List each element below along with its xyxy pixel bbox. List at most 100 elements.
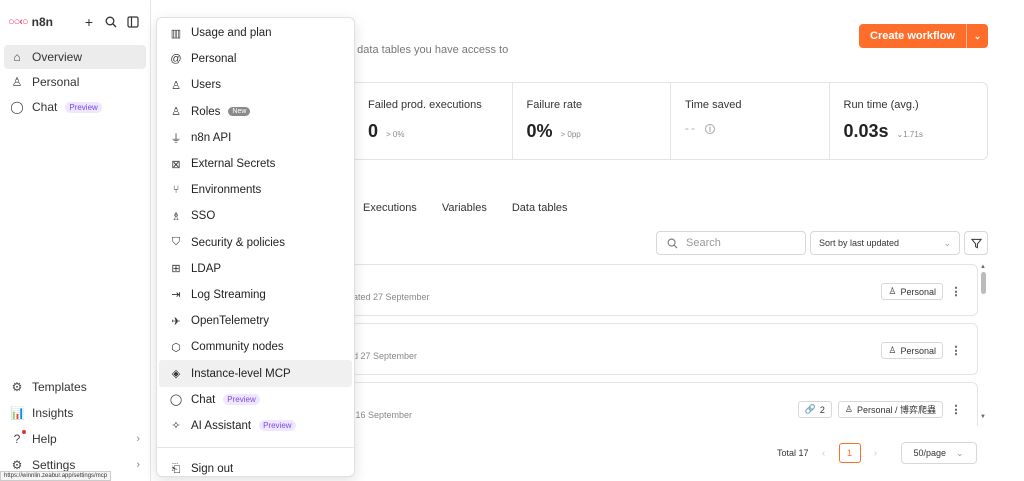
sidebar-bottom-nav: ⚙ Templates 📊 Insights ? Help › ⚙ Settin… [0,374,150,478]
logo[interactable]: ○○‹○ n8n [8,15,53,29]
shared-count-badge[interactable]: 🔗 2 [797,401,832,418]
search-icon[interactable] [100,11,122,33]
chevron-down-icon[interactable]: ⌄ [966,24,988,48]
sort-select[interactable]: Sort by last updated ⌄ [810,231,960,255]
tabs: Executions Variables Data tables [363,202,568,214]
preview-badge: Preview [65,101,102,113]
plug-icon: ⏚ [170,132,182,145]
menu-item-external-secrets[interactable]: ⊠ External Secrets [159,151,352,177]
menu-item-community-nodes[interactable]: ⬡ Community nodes [159,334,352,360]
prev-page-icon[interactable]: ‹ [817,448,831,459]
menu-item-personal[interactable]: @ Personal [159,46,352,72]
settings-menu: ▥ Usage and plan @ Personal ♙ Users ♙ Roles N… [156,17,355,477]
menu-item-instance-level-mcp[interactable]: ◈ Instance-level MCP [159,360,352,387]
cube-icon: ⬡ [171,341,181,354]
menu-item-label: OpenTelemetry [191,315,269,328]
menu-item-users[interactable]: ♙ Users [159,72,352,98]
add-icon[interactable]: + [78,11,100,33]
menu-item-label: Personal [191,53,237,66]
sort-value: Sort by last updated [819,238,900,248]
workflow-row[interactable]: ed 27 September ♙ Personal ⋮ [348,323,978,375]
stat-value: 0 [368,121,379,141]
workflow-row[interactable]: eated 27 September ♙ Personal ⋮ [348,264,978,316]
chevron-down-icon: ⌄ [943,237,951,248]
sign-out-icon: ⎗ [171,462,181,475]
menu-item-ldap[interactable]: ⊞ LDAP [159,256,352,282]
user-icon: ♙ [11,75,23,89]
chevron-right-icon: › [136,433,140,445]
status-bar-url: https://winnlin.zeabur.app/settings/mcp [0,471,112,481]
sidebar-item-templates[interactable]: ⚙ Templates [4,374,146,400]
scroll-up-icon[interactable]: ▲ [978,264,988,270]
per-page-select[interactable]: 50/page ⌄ [900,442,977,464]
tab-variables[interactable]: Variables [442,202,487,214]
tab-data-tables[interactable]: Data tables [512,202,568,214]
telescope-icon: ✈ [171,315,181,328]
list-scrollbar[interactable]: ▲ ▼ [978,264,988,424]
more-options-icon[interactable]: ⋮ [949,344,963,357]
menu-item-ai-assistant[interactable]: ✧ AI Assistant Preview [159,413,352,439]
scroll-down-icon[interactable]: ▼ [978,414,988,420]
page-number[interactable]: 1 [838,443,861,463]
chat-icon: ◯ [10,100,24,114]
menu-item-security-policies[interactable]: ⛉ Security & policies [159,230,352,256]
filter-button[interactable] [964,231,988,255]
settings-icon: ⚙ [11,458,23,472]
user-icon: ♙ [888,345,897,355]
menu-item-environments[interactable]: ⑂ Environments [159,177,352,203]
sidebar-item-overview[interactable]: ⌂ Overview [4,45,146,69]
menu-item-sign-out[interactable]: ⎗ Sign out [159,456,352,481]
info-icon[interactable]: i [705,124,715,134]
shared-count: 2 [819,404,825,415]
branch-icon: ⑂ [172,184,180,197]
owner-label: Personal / 博弈爬蟲 [856,405,936,415]
stat-run-time[interactable]: Run time (avg.) 0.03s ⌄1.71s [828,83,988,159]
stat-value: 0% [526,121,553,141]
stats-panel: Failed prod. executions 0 > 0% Failure ra… [348,82,988,160]
filter-icon [970,238,982,248]
stat-failed-executions[interactable]: Failed prod. executions 0 > 0% [348,83,512,159]
owner-badge[interactable]: ♙ Personal [881,283,943,300]
sso-icon: ♗ [171,210,181,223]
search-input[interactable]: Search [656,231,806,255]
menu-item-sso[interactable]: ♗ SSO [159,203,352,229]
workflow-row[interactable]: d 16 September 🔗 2 ♙ Personal / 博弈爬蟲 ⋮ [348,382,978,426]
stat-time-saved[interactable]: Time saved -- i [670,83,829,159]
menu-item-label: AI Assistant [191,419,252,432]
sidebar-item-insights[interactable]: 📊 Insights [4,400,146,426]
create-workflow-button[interactable]: Create workflow ⌄ [859,24,988,48]
menu-item-log-streaming[interactable]: ⇥ Log Streaming [159,282,352,308]
tab-executions[interactable]: Executions [363,202,417,214]
per-page-value: 50/page [913,448,947,458]
sidebar-item-personal[interactable]: ♙ Personal [4,70,146,94]
menu-item-usage-and-plan[interactable]: ▥ Usage and plan [159,20,352,46]
sidebar-item-chat[interactable]: ◯ Chat Preview [4,95,146,119]
chat-icon: ◯ [169,394,183,407]
sidebar-item-label: Settings [32,458,76,472]
menu-item-chat[interactable]: ◯ Chat Preview [159,387,352,413]
menu-item-label: Security & policies [191,236,285,249]
vault-icon: ⊠ [171,158,181,171]
brand-name: n8n [31,15,53,29]
insights-icon: 📊 [10,406,25,420]
stat-label: Failed prod. executions [368,99,482,111]
menu-item-label: Sign out [191,463,234,476]
menu-item-label: Usage and plan [191,27,272,40]
more-options-icon[interactable]: ⋮ [949,403,963,416]
stat-failure-rate[interactable]: Failure rate 0% > 0pp [511,83,671,159]
menu-item-opentelemetry[interactable]: ✈ OpenTelemetry [159,308,352,334]
more-options-icon[interactable]: ⋮ [949,285,963,298]
sidebar-item-label: Overview [32,50,83,64]
menu-item-label: Log Streaming [191,288,266,301]
collapse-sidebar-icon[interactable] [122,11,144,33]
stat-value: 0.03s [843,121,889,141]
menu-item-roles[interactable]: ♙ Roles New [159,99,352,125]
sidebar-item-help[interactable]: ? Help › [4,426,146,452]
preview-badge: Preview [259,420,296,432]
scrollbar-thumb[interactable] [980,272,986,294]
owner-badge[interactable]: ♙ Personal [881,342,943,359]
owner-badge[interactable]: ♙ Personal / 博弈爬蟲 [837,401,943,418]
menu-item-n8n-api[interactable]: ⏚ n8n API [159,125,352,151]
sidebar-header: ○○‹○ n8n + [0,0,150,44]
next-page-icon[interactable]: › [869,448,883,459]
